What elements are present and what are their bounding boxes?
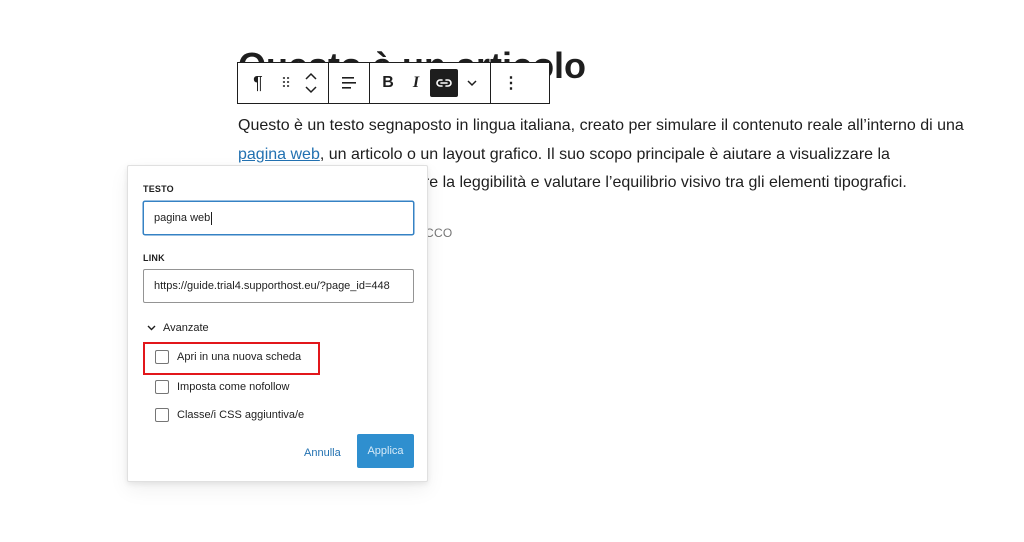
css-class-option[interactable]: Classe/i CSS aggiuntiva/e [155, 408, 304, 422]
link-text-input[interactable]: pagina web [143, 201, 414, 235]
block-switcher-group: ¶ ⠿ [238, 63, 329, 103]
paragraph-line-1: Questo è un testo segnaposto in lingua i… [238, 117, 964, 134]
link-button[interactable] [430, 69, 458, 97]
nofollow-checkbox[interactable] [155, 380, 169, 394]
nofollow-option[interactable]: Imposta come nofollow [155, 380, 290, 394]
align-left-icon[interactable] [335, 69, 363, 97]
css-class-checkbox[interactable] [155, 408, 169, 422]
link-text-value: pagina web [154, 212, 211, 224]
link-field-label: LINK [143, 253, 165, 263]
bold-button[interactable]: B [374, 69, 402, 97]
advanced-label: Avanzate [163, 322, 209, 334]
link-url-input[interactable]: https://guide.trial4.supporthost.eu/?pag… [143, 269, 414, 303]
paragraph-link[interactable]: pagina web [238, 146, 320, 163]
paragraph-block-icon[interactable]: ¶ [244, 69, 272, 97]
faded-text-fragment: CCO [425, 226, 453, 240]
italic-button[interactable]: I [402, 69, 430, 97]
block-movers [300, 67, 322, 99]
link-url-value: https://guide.trial4.supporthost.eu/?pag… [154, 280, 390, 292]
text-field-label: TESTO [143, 184, 174, 194]
alignment-group [329, 63, 370, 103]
options-group: ⋮ [491, 63, 531, 103]
open-new-tab-checkbox[interactable] [155, 350, 169, 364]
css-class-label: Classe/i CSS aggiuntiva/e [177, 409, 305, 421]
chevron-down-icon [147, 325, 157, 331]
nofollow-label: Imposta come nofollow [177, 381, 290, 393]
cancel-button[interactable]: Annulla [304, 443, 341, 463]
more-formatting-chevron-icon[interactable] [458, 69, 486, 97]
formatting-group: B I [370, 63, 491, 103]
more-options-icon[interactable]: ⋮ [497, 69, 525, 97]
block-toolbar: ¶ ⠿ B I ⋮ [237, 62, 550, 104]
paragraph-line-2-rest: , un articolo o un layout grafico. Il su… [319, 145, 890, 163]
advanced-toggle[interactable]: Avanzate [147, 322, 209, 334]
open-new-tab-option[interactable]: Apri in una nuova scheda [155, 350, 301, 364]
apply-button[interactable]: Applica [357, 434, 414, 468]
open-new-tab-label: Apri in una nuova scheda [177, 351, 302, 363]
link-settings-popover: TESTO pagina web LINK https://guide.tria… [127, 165, 428, 482]
drag-handle-icon[interactable]: ⠿ [272, 69, 300, 97]
move-up-icon[interactable] [305, 69, 317, 83]
move-down-icon[interactable] [305, 83, 317, 97]
text-caret [211, 211, 213, 225]
